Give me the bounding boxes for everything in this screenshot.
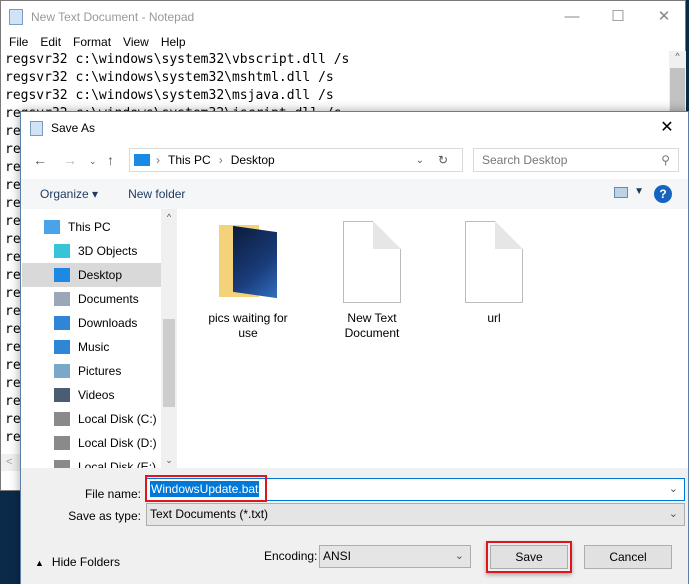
address-bar[interactable]: › This PC › Desktop ⌄ ↻ <box>129 148 463 172</box>
view-dropdown-icon[interactable]: ▼ <box>634 186 644 197</box>
nav-item[interactable]: This PC <box>22 215 161 239</box>
nav-item-label: Downloads <box>78 316 138 330</box>
nav-item-label: This PC <box>68 220 111 234</box>
nav-item[interactable]: Pictures <box>22 359 161 383</box>
menu-view[interactable]: View <box>117 33 155 51</box>
desktop-icon <box>54 268 70 282</box>
nav-item-label: Pictures <box>78 364 122 378</box>
nav-item-label: Local Disk (C:) <box>78 412 157 426</box>
file-item[interactable]: url <box>444 221 544 326</box>
forward-arrow-icon[interactable]: → <box>63 152 77 168</box>
search-input[interactable]: Search Desktop ⚲ <box>473 148 679 172</box>
search-icon: ⚲ <box>661 153 670 167</box>
breadcrumb-desktop[interactable]: Desktop <box>231 153 275 167</box>
encoding-select[interactable]: ANSI ⌄ <box>319 545 471 568</box>
drive-icon <box>54 460 70 468</box>
save-as-dialog: Save As ✕ ← → ⌄ ↑ › This PC › Desktop ⌄ … <box>20 111 689 584</box>
nav-item[interactable]: 3D Objects <box>22 239 161 263</box>
nav-item[interactable]: Downloads <box>22 311 161 335</box>
chevron-up-icon: ▲ <box>35 558 44 568</box>
organize-button[interactable]: Organize ▾ <box>40 187 98 201</box>
document-icon <box>54 292 70 306</box>
drive-icon <box>54 412 70 426</box>
maximize-button[interactable]: ☐ <box>595 1 641 31</box>
nav-item-label: Videos <box>78 388 115 402</box>
menu-bar: File Edit Format View Help <box>1 33 685 51</box>
dialog-title: Save As <box>51 121 96 135</box>
menu-edit[interactable]: Edit <box>34 33 67 51</box>
notepad-title: New Text Document - Notepad <box>31 10 195 24</box>
nav-item[interactable]: Local Disk (C:) <box>22 407 161 431</box>
text-line: regsvr32 c:\windows\system32\msjava.dll … <box>5 88 334 103</box>
save-options-panel: File name: WindowsUpdate.bat ⌄ Save as t… <box>21 468 688 584</box>
help-button[interactable]: ? <box>654 185 672 203</box>
dialog-title-bar: Save As <box>21 112 688 144</box>
save-button-highlight <box>486 541 572 573</box>
nav-scrollbar[interactable]: ^ ⌄ <box>161 209 177 468</box>
cube-icon <box>54 244 70 258</box>
cancel-button[interactable]: Cancel <box>584 545 672 569</box>
nav-item[interactable]: Music <box>22 335 161 359</box>
text-line: regsvr32 c:\windows\system32\mshtml.dll … <box>5 70 334 85</box>
file-name: url <box>487 311 501 325</box>
chevron-down-icon[interactable]: ⌄ <box>669 504 678 525</box>
drive-icon <box>54 436 70 450</box>
notepad-icon <box>9 9 23 25</box>
music-note-icon <box>54 340 70 354</box>
file-name: New Text Document <box>344 311 400 340</box>
chevron-down-icon[interactable]: ⌄ <box>455 546 464 567</box>
nav-item-label: Local Disk (E:) <box>78 460 157 468</box>
breadcrumb-this-pc[interactable]: This PC <box>168 153 211 167</box>
file-item[interactable]: New Text Document <box>322 221 422 341</box>
notepad-icon <box>30 120 43 136</box>
nav-item-label: Desktop <box>78 268 123 282</box>
nav-item[interactable]: Documents <box>22 287 161 311</box>
minimize-button[interactable]: — <box>549 1 595 31</box>
menu-help[interactable]: Help <box>155 33 192 51</box>
computer-icon <box>44 220 60 234</box>
file-item[interactable]: pics waiting for use <box>198 221 298 341</box>
dialog-close-button[interactable]: ✕ <box>652 116 682 140</box>
picture-icon <box>54 364 70 378</box>
up-arrow-icon[interactable]: ↑ <box>107 152 114 168</box>
file-name-highlight <box>145 475 267 502</box>
menu-file[interactable]: File <box>3 33 34 51</box>
nav-item-label: Local Disk (D:) <box>78 436 157 450</box>
nav-item-label: Music <box>78 340 110 354</box>
encoding-label: Encoding: <box>264 549 318 563</box>
nav-item[interactable]: Desktop <box>22 263 161 287</box>
refresh-icon[interactable]: ↻ <box>438 153 448 167</box>
text-file-icon <box>465 221 523 303</box>
nav-item[interactable]: Videos <box>22 383 161 407</box>
file-list: pics waiting for use New Text Document url <box>178 209 688 468</box>
nav-item[interactable]: Local Disk (D:) <box>22 431 161 455</box>
nav-item-label: Documents <box>78 292 139 306</box>
menu-format[interactable]: Format <box>67 33 117 51</box>
hide-folders-button[interactable]: ▲ Hide Folders <box>35 555 120 569</box>
chevron-down-icon[interactable]: ⌄ <box>669 479 678 500</box>
back-arrow-icon[interactable]: ← <box>33 152 47 168</box>
text-file-icon <box>343 221 401 303</box>
text-line: regsvr32 c:\windows\system32\vbscript.dl… <box>5 52 350 67</box>
navigation-pane: This PC 3D Objects Desktop Documents Downloa… <box>22 209 161 468</box>
folder-icon <box>217 221 279 303</box>
address-dropdown-icon[interactable]: ⌄ <box>416 155 424 166</box>
download-arrow-icon <box>54 316 70 330</box>
nav-item[interactable]: Local Disk (E:) <box>22 455 161 468</box>
this-pc-icon <box>134 154 150 166</box>
view-options-icon[interactable] <box>614 187 628 198</box>
save-type-select[interactable]: Text Documents (*.txt) ⌄ <box>146 503 685 526</box>
toolbar: Organize ▾ New folder ▼ ? <box>21 179 688 209</box>
nav-item-label: 3D Objects <box>78 244 138 258</box>
recent-chevron-icon[interactable]: ⌄ <box>89 156 97 167</box>
close-button[interactable]: ✕ <box>641 1 687 31</box>
navigation-bar: ← → ⌄ ↑ › This PC › Desktop ⌄ ↻ Search D… <box>21 145 688 177</box>
save-type-label: Save as type: <box>68 509 141 523</box>
file-name: pics waiting for use <box>208 311 288 340</box>
new-folder-button[interactable]: New folder <box>128 187 185 201</box>
video-icon <box>54 388 70 402</box>
file-name-label: File name: <box>84 487 141 501</box>
